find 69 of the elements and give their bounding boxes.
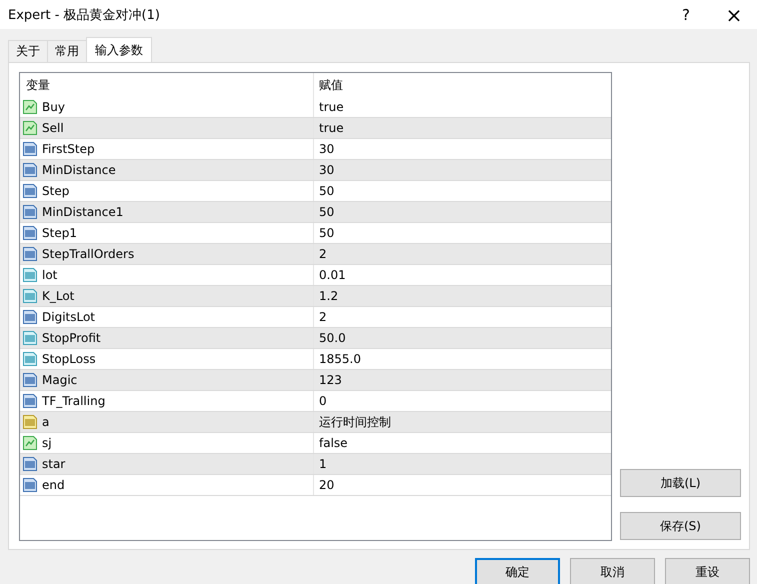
- dialog-button[interactable]: 重设: [665, 558, 750, 584]
- dialog-button[interactable]: 确定: [475, 558, 560, 584]
- column-header: 赋值: [318, 76, 344, 94]
- load-button[interactable]: 加载(L): [620, 469, 741, 497]
- parameter-name: lot: [42, 268, 58, 282]
- parameter-name: a: [42, 415, 50, 429]
- number-type-icon: [22, 183, 38, 199]
- window-title: Expert - 极品黄金对冲(1): [8, 6, 161, 24]
- number-type-icon: [22, 393, 38, 409]
- parameter-name: DigitsLot: [42, 310, 96, 324]
- parameter-value[interactable]: 2: [319, 247, 327, 261]
- parameter-name: K_Lot: [42, 289, 74, 303]
- dialog-button[interactable]: 取消: [570, 558, 655, 584]
- parameter-name: StepTrallOrders: [42, 247, 134, 261]
- save-button[interactable]: 保存(S): [620, 512, 741, 540]
- parameter-value[interactable]: 30: [319, 163, 334, 177]
- number-type-icon: [22, 309, 38, 325]
- parameter-value[interactable]: 50: [319, 226, 334, 240]
- parameter-name: MinDistance: [42, 163, 116, 177]
- parameter-value[interactable]: 50: [319, 184, 334, 198]
- parameter-value[interactable]: 123: [319, 373, 342, 387]
- parameter-value[interactable]: 50.0: [319, 331, 346, 345]
- close-button[interactable]: ×: [711, 0, 757, 29]
- parameter-value[interactable]: 1: [319, 457, 327, 471]
- switch-icon: [22, 120, 38, 136]
- parameter-value[interactable]: 2: [319, 310, 327, 324]
- parameter-name: Buy: [42, 100, 65, 114]
- parameter-name: TF_Tralling: [42, 394, 106, 408]
- number-type-icon: [22, 372, 38, 388]
- parameter-value[interactable]: true: [319, 100, 344, 114]
- parameter-name: MinDistance1: [42, 205, 124, 219]
- parameter-name: Magic: [42, 373, 78, 387]
- number-type-icon: [22, 456, 38, 472]
- parameter-value[interactable]: 50: [319, 205, 334, 219]
- parameter-name: Sell: [42, 121, 64, 135]
- parameter-name: FirstStep: [42, 142, 95, 156]
- number-type-icon: [22, 288, 38, 304]
- number-type-icon: [22, 246, 38, 262]
- parameter-value[interactable]: 1855.0: [319, 352, 361, 366]
- help-button[interactable]: ?: [663, 0, 709, 29]
- parameter-name: Step: [42, 184, 70, 198]
- parameter-value[interactable]: 0.01: [319, 268, 346, 282]
- tab[interactable]: 输入参数: [86, 37, 152, 62]
- text-type-icon: [22, 414, 38, 430]
- number-type-icon: [22, 351, 38, 367]
- number-type-icon: [22, 141, 38, 157]
- number-type-icon: [22, 477, 38, 493]
- parameter-name: Step1: [42, 226, 77, 240]
- tab[interactable]: 关于: [8, 40, 48, 62]
- number-type-icon: [22, 162, 38, 178]
- parameter-value[interactable]: true: [319, 121, 344, 135]
- switch-icon: [22, 99, 38, 115]
- parameter-value[interactable]: 运行时间控制: [319, 414, 391, 430]
- parameter-name: StopProfit: [42, 331, 101, 345]
- parameter-name: end: [42, 478, 65, 492]
- number-type-icon: [22, 204, 38, 220]
- parameter-value[interactable]: 0: [319, 394, 327, 408]
- number-type-icon: [22, 267, 38, 283]
- switch-icon: [22, 435, 38, 451]
- parameter-name: StopLoss: [42, 352, 96, 366]
- parameter-value[interactable]: 20: [319, 478, 334, 492]
- parameter-value[interactable]: 30: [319, 142, 334, 156]
- parameter-name: sj: [42, 436, 52, 450]
- parameter-value[interactable]: false: [319, 436, 348, 450]
- number-type-icon: [22, 225, 38, 241]
- parameter-value[interactable]: 1.2: [319, 289, 338, 303]
- column-header: 变量: [20, 73, 314, 97]
- number-type-icon: [22, 330, 38, 346]
- parameter-name: star: [42, 457, 66, 471]
